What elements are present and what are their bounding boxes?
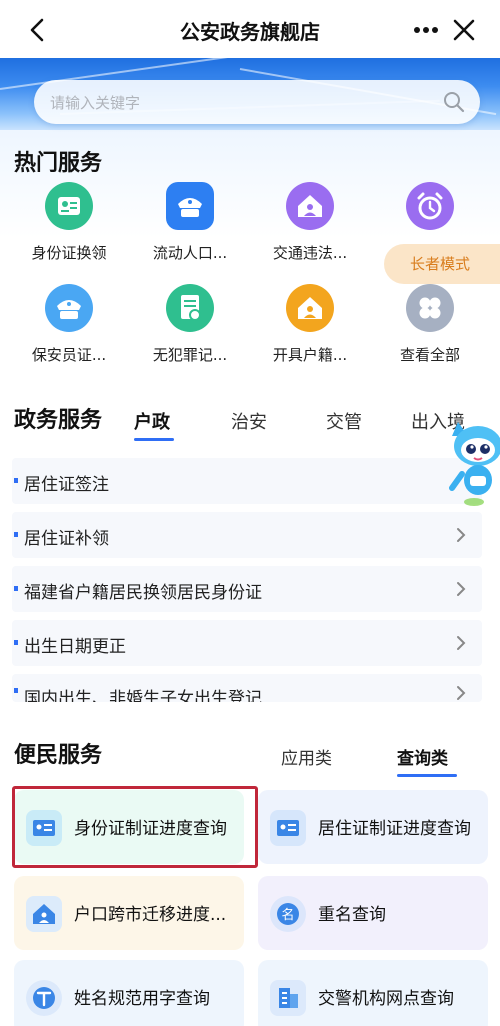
card-label: 户口跨市迁移进度... (74, 905, 227, 925)
id-card-icon (45, 182, 93, 230)
card-residence-permit-progress[interactable]: 居住证制证进度查询 (258, 790, 488, 864)
card-traffic-police-locations[interactable]: 交警机构网点查询 (258, 960, 488, 1026)
tab-underline (397, 774, 457, 777)
hot-item-label: 无犯罪记... (152, 346, 228, 364)
svg-text:名: 名 (281, 907, 294, 923)
card-label: 身份证制证进度查询 (74, 819, 227, 839)
hot-services-title: 热门服务 (14, 151, 103, 176)
hot-item-security-guard[interactable]: 保安员证... (14, 284, 124, 380)
tab-underline (134, 438, 174, 441)
building-icon (270, 980, 306, 1016)
list-item[interactable]: 居住证签注 (12, 458, 482, 504)
police-cap-icon (45, 284, 93, 332)
hot-item-floating-population[interactable]: 流动人口... (135, 182, 245, 278)
hot-item-label: 流动人口... (152, 244, 228, 262)
hot-item-label: 开具户籍... (272, 346, 348, 364)
chevron-right-icon (457, 528, 466, 542)
search-input[interactable]: 请输入关键字 (34, 80, 480, 124)
close-icon[interactable] (448, 14, 480, 46)
text-icon (26, 980, 62, 1016)
grid-icon (406, 284, 454, 332)
list-item-label: 居住证签注 (24, 475, 109, 495)
bullet-icon (14, 586, 18, 591)
bullet-icon (14, 478, 18, 483)
card-duplicate-name[interactable]: 名 重名查询 (258, 876, 488, 950)
card-id-card-progress[interactable]: 身份证制证进度查询 (14, 790, 244, 864)
tab-applications[interactable]: 应用类 (281, 744, 332, 769)
card-label: 姓名规范用字查询 (74, 989, 210, 1009)
search-placeholder: 请输入关键字 (50, 94, 141, 112)
id-card-icon (270, 810, 306, 846)
hot-item-traffic-violation[interactable]: 交通违法... (255, 182, 365, 278)
card-label: 交警机构网点查询 (318, 989, 454, 1009)
card-household-migration[interactable]: 户口跨市迁移进度... (14, 876, 244, 950)
convenience-services-title: 便民服务 (14, 743, 103, 768)
search-icon[interactable] (442, 90, 466, 114)
hot-item-id-card[interactable]: 身份证换领 (14, 182, 124, 278)
house-person-icon (26, 896, 62, 932)
bullet-icon (14, 640, 18, 645)
hot-item-household-cert[interactable]: 开具户籍... (255, 284, 365, 380)
card-label: 重名查询 (318, 905, 386, 925)
document-icon (166, 284, 214, 332)
list-item-label: 出生日期更正 (24, 637, 126, 657)
list-item[interactable]: 居住证补领 (12, 512, 482, 558)
tab-public-security[interactable]: 治安 (231, 408, 267, 434)
name-icon: 名 (270, 896, 306, 932)
chevron-right-icon (457, 686, 466, 700)
alarm-clock-icon (406, 182, 454, 230)
list-item-label: 居住证补领 (24, 529, 109, 549)
hot-item-label: 交通违法... (272, 244, 348, 262)
chevron-right-icon (457, 636, 466, 650)
chevron-right-icon (457, 582, 466, 596)
list-item[interactable]: 国内出生、非婚生子女出生登记 (12, 674, 482, 702)
top-navigation-bar: 公安政务旗舰店 (0, 0, 500, 60)
more-options-icon[interactable] (410, 14, 442, 46)
list-item[interactable]: 福建省户籍居民换领居民身份证 (12, 566, 482, 612)
house-person-icon (286, 182, 334, 230)
tab-traffic[interactable]: 交管 (326, 408, 362, 434)
bullet-icon (14, 532, 18, 537)
card-label: 居住证制证进度查询 (318, 819, 471, 839)
bullet-icon (14, 688, 18, 693)
list-item[interactable]: 出生日期更正 (12, 620, 482, 666)
list-item-label: 福建省户籍居民换领居民身份证 (24, 583, 262, 603)
card-name-characters[interactable]: 姓名规范用字查询 (14, 960, 244, 1026)
elder-mode-button[interactable]: 长者模式 (384, 244, 500, 284)
hot-item-view-all[interactable]: 查看全部 (375, 284, 485, 380)
police-cap-icon (166, 182, 214, 230)
gov-services-title: 政务服务 (14, 408, 103, 433)
hot-item-no-criminal-record[interactable]: 无犯罪记... (135, 284, 245, 380)
tab-queries[interactable]: 查询类 (397, 744, 448, 769)
tab-household[interactable]: 户政 (134, 408, 170, 434)
house-person-icon (286, 284, 334, 332)
id-card-icon (26, 810, 62, 846)
hot-item-label: 查看全部 (399, 346, 460, 364)
hot-item-label: 身份证换领 (31, 244, 107, 262)
list-item-label: 国内出生、非婚生子女出生登记 (24, 689, 262, 702)
hot-item-label: 保安员证... (31, 346, 107, 364)
mascot-image[interactable] (446, 414, 500, 514)
